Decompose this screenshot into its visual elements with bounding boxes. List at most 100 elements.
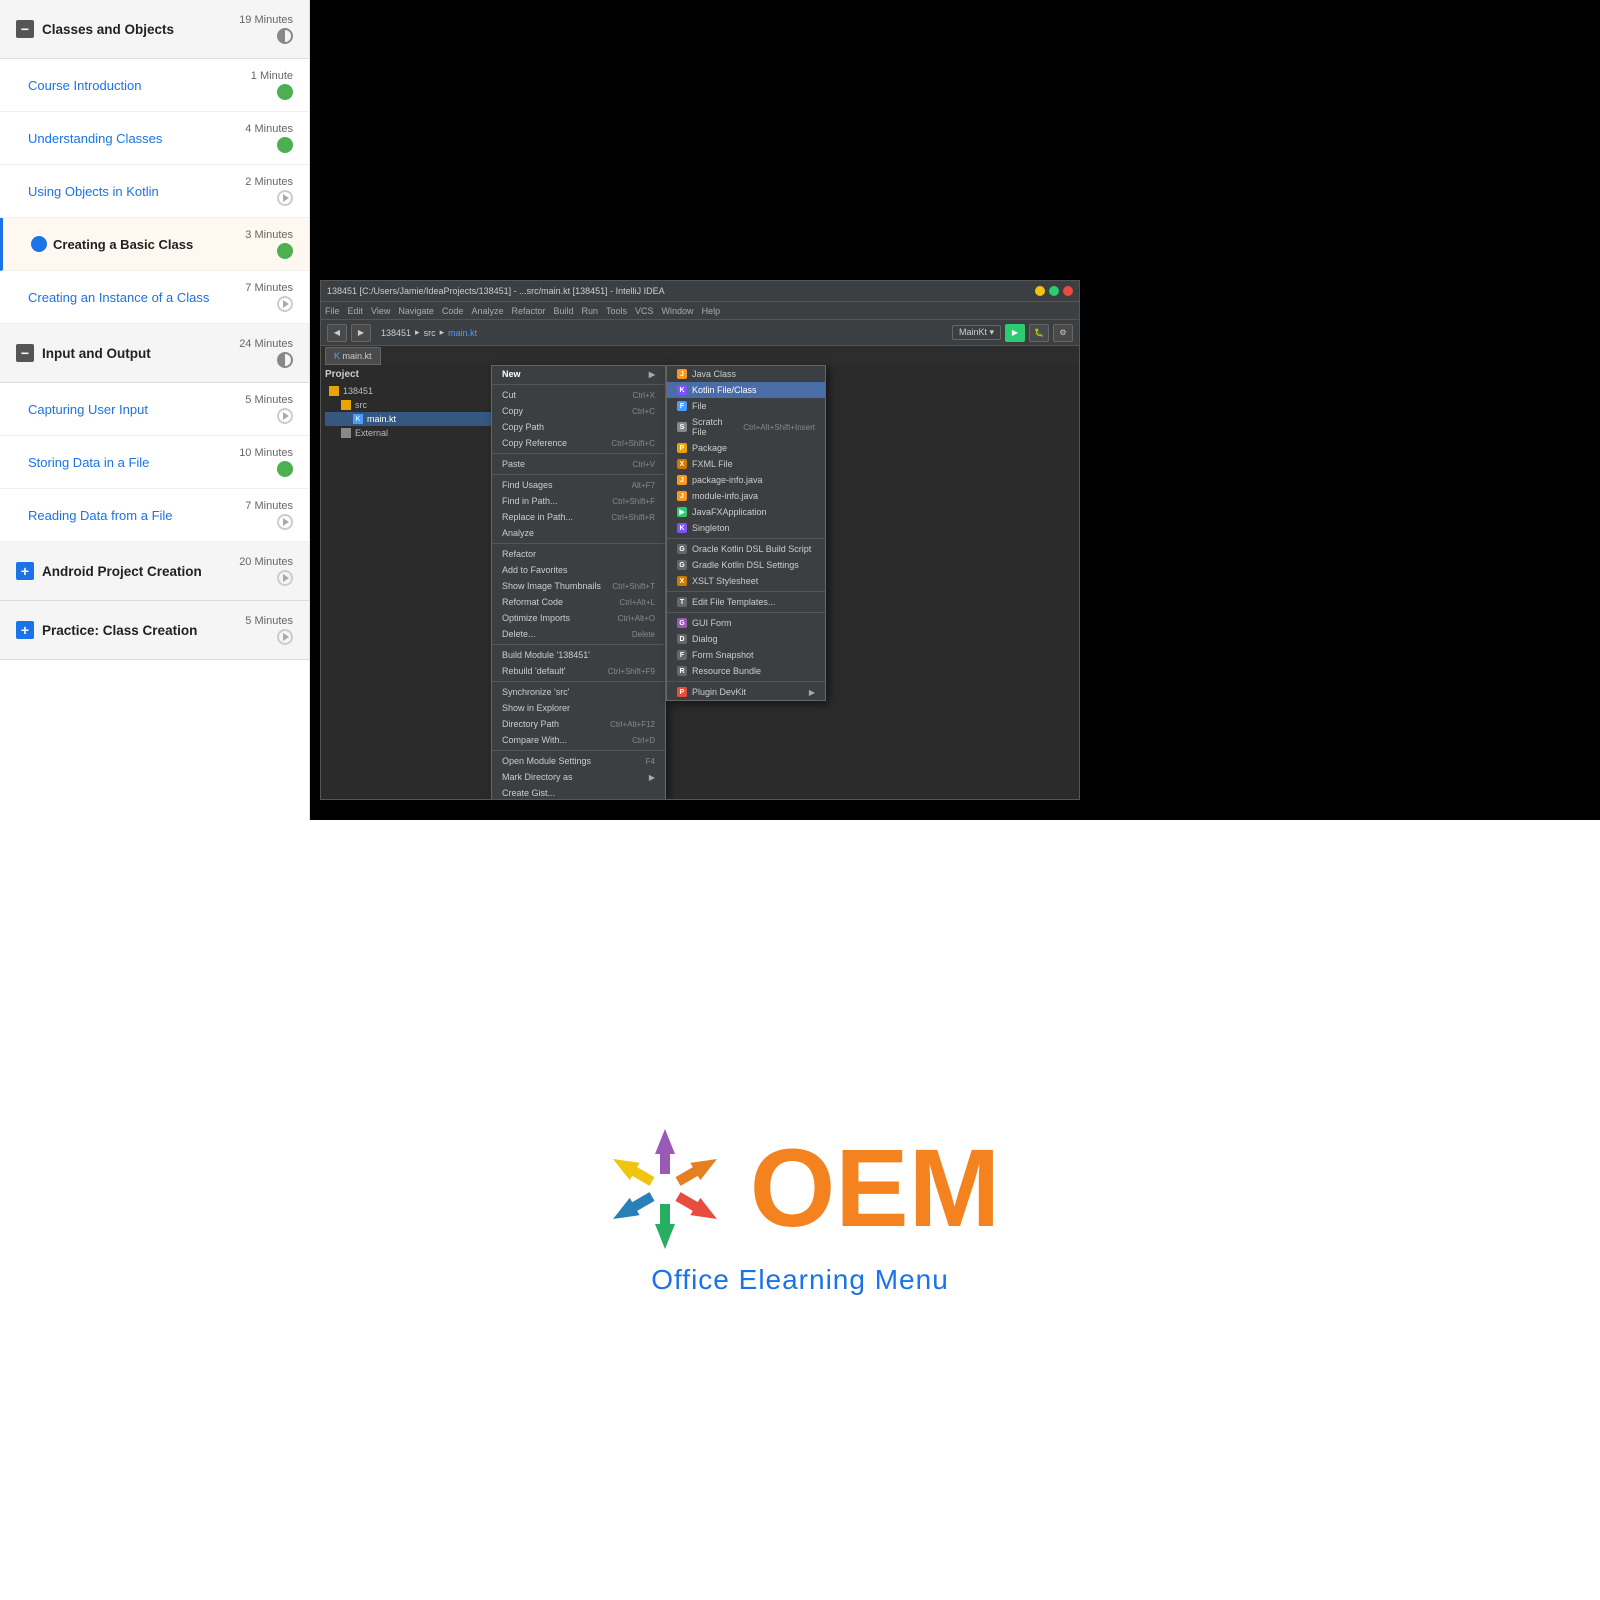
ctx-reformat[interactable]: Reformat Code Ctrl+Alt+L: [492, 594, 665, 610]
menu-refactor[interactable]: Refactor: [511, 306, 545, 316]
ide-maximize-btn[interactable]: [1049, 286, 1059, 296]
lesson-icon-complete: [277, 461, 293, 477]
lesson-understanding-classes[interactable]: Understanding Classes 4 Minutes: [0, 112, 309, 165]
ctx-new[interactable]: New ▶: [492, 366, 665, 382]
ctx-copy-ref[interactable]: Copy Reference Ctrl+Shift+C: [492, 435, 665, 451]
ctx-build-module[interactable]: Build Module '138451': [492, 647, 665, 663]
sub-form-snapshot[interactable]: F Form Snapshot: [667, 647, 825, 663]
sub-kotlin-file[interactable]: K Kotlin File/Class: [667, 382, 825, 398]
ctx-add-favorites[interactable]: Add to Favorites: [492, 562, 665, 578]
section-toggle-classes[interactable]: −: [16, 20, 34, 38]
java-icon: J: [677, 369, 687, 379]
ctx-dir-path[interactable]: Directory Path Ctrl+Alt+F12: [492, 716, 665, 732]
ctx-module-settings[interactable]: Open Module Settings F4: [492, 753, 665, 769]
ctx-thumbnails[interactable]: Show Image Thumbnails Ctrl+Shift+T: [492, 578, 665, 594]
logo-row: OEM: [600, 1124, 1001, 1254]
ctx-find-usages[interactable]: Find Usages Alt+F7: [492, 477, 665, 493]
menu-analyze[interactable]: Analyze: [471, 306, 503, 316]
ctx-analyze[interactable]: Analyze: [492, 525, 665, 541]
sub-gradle-settings[interactable]: G Gradle Kotlin DSL Settings: [667, 557, 825, 573]
sub-gui-form[interactable]: G GUI Form: [667, 615, 825, 631]
menu-navigate[interactable]: Navigate: [398, 306, 434, 316]
toolbar-run-btn[interactable]: ▶: [1005, 324, 1025, 342]
proj-external[interactable]: External: [325, 426, 496, 440]
section-toggle-practice[interactable]: +: [16, 621, 34, 639]
ctx-create-gist[interactable]: Create Gist...: [492, 785, 665, 800]
template-icon: T: [677, 597, 687, 607]
menu-vcs[interactable]: VCS: [635, 306, 654, 316]
toolbar-settings-btn[interactable]: ⚙: [1053, 324, 1073, 342]
menu-help[interactable]: Help: [702, 306, 721, 316]
sub-xslt[interactable]: X XSLT Stylesheet: [667, 573, 825, 589]
ide-minimize-btn[interactable]: [1035, 286, 1045, 296]
ctx-sync[interactable]: Synchronize 'src': [492, 684, 665, 700]
section-input-output: − Input and Output 24 Minutes Capturing …: [0, 324, 309, 542]
file-icon: F: [677, 401, 687, 411]
menu-file[interactable]: File: [325, 306, 340, 316]
ide-toolbar: ◀ ▶ 138451 ▸ src ▸ main.kt MainKt ▾ ▶ 🐛 …: [321, 319, 1079, 345]
sub-resource-bundle[interactable]: R Resource Bundle: [667, 663, 825, 679]
ctx-find-path[interactable]: Find in Path... Ctrl+Shift+F: [492, 493, 665, 509]
lesson-creating-basic-class[interactable]: Creating a Basic Class 3 Minutes: [0, 218, 309, 271]
sub-file[interactable]: F File: [667, 398, 825, 414]
menu-run[interactable]: Run: [582, 306, 599, 316]
sub-pkg-info-java[interactable]: J package-info.java: [667, 472, 825, 488]
lesson-icon-complete: [277, 84, 293, 100]
menu-build[interactable]: Build: [553, 306, 573, 316]
menu-edit[interactable]: Edit: [348, 306, 364, 316]
sub-javafx[interactable]: ▶ JavaFXApplication: [667, 504, 825, 520]
menu-window[interactable]: Window: [662, 306, 694, 316]
sub-singleton[interactable]: K Singleton: [667, 520, 825, 536]
course-sidebar: − Classes and Objects 19 Minutes Course …: [0, 0, 310, 820]
section-toggle-io[interactable]: −: [16, 344, 34, 362]
lesson-reading-data[interactable]: Reading Data from a File 7 Minutes: [0, 489, 309, 542]
sub-fxml[interactable]: X FXML File: [667, 456, 825, 472]
folder-icon: [329, 386, 339, 396]
sub-gradle-kotlin-dsl[interactable]: G Oracle Kotlin DSL Build Script: [667, 541, 825, 557]
toolbar-back-btn[interactable]: ◀: [327, 324, 347, 342]
lesson-course-intro[interactable]: Course Introduction 1 Minute: [0, 59, 309, 112]
lesson-icon-unstarted: [277, 296, 293, 312]
sub-module-info-java[interactable]: J module-info.java: [667, 488, 825, 504]
sub-edit-templates[interactable]: T Edit File Templates...: [667, 594, 825, 610]
section-header-practice[interactable]: + Practice: Class Creation 5 Minutes: [0, 601, 309, 660]
ide-tab-main[interactable]: K main.kt: [325, 347, 381, 365]
ctx-compare[interactable]: Compare With... Ctrl+D: [492, 732, 665, 748]
sub-java-class[interactable]: J Java Class: [667, 366, 825, 382]
main-video-area: 138451 [C:/Users/Jamie/IdeaProjects/1384…: [310, 0, 1600, 820]
ctx-refactor[interactable]: Refactor: [492, 546, 665, 562]
ctx-cut[interactable]: Cut Ctrl+X: [492, 387, 665, 403]
lesson-storing-data[interactable]: Storing Data in a File 10 Minutes: [0, 436, 309, 489]
proj-main-kt[interactable]: K main.kt: [325, 412, 496, 426]
section-header-io[interactable]: − Input and Output 24 Minutes: [0, 324, 309, 383]
ctx-copy-path[interactable]: Copy Path: [492, 419, 665, 435]
toolbar-fwd-btn[interactable]: ▶: [351, 324, 371, 342]
sub-scratch-file[interactable]: S Scratch File Ctrl+Alt+Shift+Insert: [667, 414, 825, 440]
ctx-paste[interactable]: Paste Ctrl+V: [492, 456, 665, 472]
menu-code[interactable]: Code: [442, 306, 464, 316]
ide-close-btn[interactable]: [1063, 286, 1073, 296]
section-header-android[interactable]: + Android Project Creation 20 Minutes: [0, 542, 309, 601]
ctx-replace-path[interactable]: Replace in Path... Ctrl+Shift+R: [492, 509, 665, 525]
lesson-creating-instance[interactable]: Creating an Instance of a Class 7 Minute…: [0, 271, 309, 324]
ctx-show-explorer[interactable]: Show in Explorer: [492, 700, 665, 716]
menu-view[interactable]: View: [371, 306, 390, 316]
section-header-classes[interactable]: − Classes and Objects 19 Minutes: [0, 0, 309, 59]
kotlin-icon: K: [677, 385, 687, 395]
sub-package[interactable]: P Package: [667, 440, 825, 456]
proj-src[interactable]: src: [325, 398, 496, 412]
lesson-capturing-user-input[interactable]: Capturing User Input 5 Minutes: [0, 383, 309, 436]
sub-dialog[interactable]: D Dialog: [667, 631, 825, 647]
ctx-mark-dir[interactable]: Mark Directory as ▶: [492, 769, 665, 785]
menu-tools[interactable]: Tools: [606, 306, 627, 316]
section-title-android: Android Project Creation: [42, 564, 202, 579]
sub-plugin-devkit[interactable]: P Plugin DevKit ▶: [667, 684, 825, 700]
lesson-using-objects[interactable]: Using Objects in Kotlin 2 Minutes: [0, 165, 309, 218]
ctx-copy[interactable]: Copy Ctrl+C: [492, 403, 665, 419]
proj-root[interactable]: 138451: [325, 384, 496, 398]
ctx-rebuild[interactable]: Rebuild 'default' Ctrl+Shift+F9: [492, 663, 665, 679]
toolbar-debug-btn[interactable]: 🐛: [1029, 324, 1049, 342]
ctx-delete[interactable]: Delete... Delete: [492, 626, 665, 642]
section-toggle-android[interactable]: +: [16, 562, 34, 580]
ctx-optimize-imports[interactable]: Optimize Imports Ctrl+Alt+O: [492, 610, 665, 626]
